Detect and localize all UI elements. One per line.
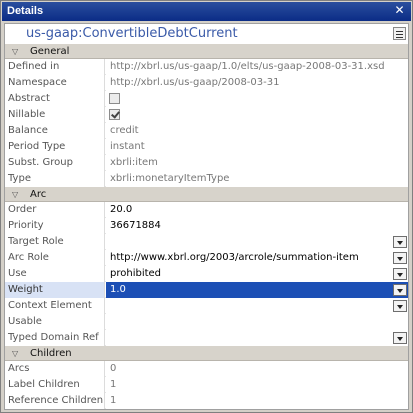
row-value: 1 <box>106 393 408 409</box>
element-name: us-gaap:ConvertibleDebtCurrent <box>26 26 238 41</box>
row-value: xbrli:item <box>106 155 408 171</box>
section-label: Arc <box>30 189 47 200</box>
row-key: Use <box>5 266 105 282</box>
section-label: General <box>30 46 70 57</box>
order-field[interactable]: 20.0 <box>106 202 408 218</box>
row-type[interactable]: Type xbrli:monetaryItemType <box>5 171 408 187</box>
details-window: Details ✕ us-gaap:ConvertibleDebtCurrent… <box>0 0 413 413</box>
usable-field[interactable] <box>106 314 408 330</box>
row-value <box>106 91 408 107</box>
row-priority[interactable]: Priority 36671884 <box>5 218 408 234</box>
priority-field[interactable]: 36671884 <box>106 218 408 234</box>
row-key: Arcs <box>5 361 105 377</box>
row-key: Target Role <box>5 234 105 250</box>
row-key: Abstract <box>5 91 105 107</box>
row-defined-in[interactable]: Defined in http://xbrl.us/us-gaap/1.0/el… <box>5 59 408 75</box>
row-value: http://xbrl.us/us-gaap/2008-03-31 <box>106 75 408 91</box>
window-title: Details <box>7 5 44 17</box>
collapse-icon[interactable]: ▽ <box>12 190 18 199</box>
typed-domain-ref-select[interactable] <box>106 330 408 346</box>
row-weight[interactable]: Weight 1.0 <box>5 282 408 298</box>
title-bar: Details ✕ <box>2 2 411 21</box>
row-key: Type <box>5 171 105 187</box>
row-key: Reference Children <box>5 393 105 409</box>
row-value: instant <box>106 139 408 155</box>
target-role-select[interactable] <box>106 234 408 250</box>
dropdown-arrow-icon[interactable] <box>393 300 407 312</box>
row-context-element[interactable]: Context Element <box>5 298 408 314</box>
row-key: Weight <box>5 282 105 298</box>
row-reference-children[interactable]: Reference Children 1 <box>5 393 408 409</box>
collapse-icon[interactable]: ▽ <box>12 47 18 56</box>
dropdown-arrow-icon[interactable] <box>393 332 407 344</box>
row-key: Label Children <box>5 377 105 393</box>
row-key: Defined in <box>5 59 105 75</box>
section-label: Children <box>30 348 72 359</box>
element-heading: us-gaap:ConvertibleDebtCurrent <box>5 24 408 44</box>
row-key: Subst. Group <box>5 155 105 171</box>
row-value: 0 <box>106 361 408 377</box>
row-key: Arc Role <box>5 250 105 266</box>
details-panel: us-gaap:ConvertibleDebtCurrent ▽ General… <box>4 23 409 410</box>
row-nillable[interactable]: Nillable <box>5 107 408 123</box>
row-value: http://xbrl.us/us-gaap/1.0/elts/us-gaap-… <box>106 59 408 75</box>
row-typed-domain-ref[interactable]: Typed Domain Ref <box>5 330 408 346</box>
row-key: Usable <box>5 314 105 330</box>
close-icon[interactable]: ✕ <box>392 3 407 18</box>
row-use[interactable]: Use prohibited <box>5 266 408 282</box>
row-subst-group[interactable]: Subst. Group xbrli:item <box>5 155 408 171</box>
list-menu-icon[interactable] <box>393 27 406 40</box>
dropdown-arrow-icon[interactable] <box>393 284 407 296</box>
nillable-checkbox[interactable] <box>109 109 120 120</box>
row-key: Namespace <box>5 75 105 91</box>
row-balance[interactable]: Balance credit <box>5 123 408 139</box>
row-order[interactable]: Order 20.0 <box>5 202 408 218</box>
use-select[interactable]: prohibited <box>106 266 408 282</box>
row-key: Order <box>5 202 105 218</box>
row-value: xbrli:monetaryItemType <box>106 171 408 187</box>
abstract-checkbox[interactable] <box>109 93 120 104</box>
weight-select[interactable]: 1.0 <box>106 282 408 298</box>
collapse-icon[interactable]: ▽ <box>12 349 18 358</box>
section-children[interactable]: ▽ Children <box>5 346 408 361</box>
row-key: Period Type <box>5 139 105 155</box>
context-element-select[interactable] <box>106 298 408 314</box>
dropdown-arrow-icon[interactable] <box>393 252 407 264</box>
arc-role-select[interactable]: http://www.xbrl.org/2003/arcrole/summati… <box>106 250 408 266</box>
row-key: Nillable <box>5 107 105 123</box>
row-label-children[interactable]: Label Children 1 <box>5 377 408 393</box>
row-usable[interactable]: Usable <box>5 314 408 330</box>
property-grid: ▽ General Defined in http://xbrl.us/us-g… <box>5 44 408 409</box>
section-general[interactable]: ▽ General <box>5 44 408 59</box>
row-value <box>106 107 408 123</box>
row-target-role[interactable]: Target Role <box>5 234 408 250</box>
row-arcs[interactable]: Arcs 0 <box>5 361 408 377</box>
row-key: Context Element <box>5 298 105 314</box>
dropdown-arrow-icon[interactable] <box>393 236 407 248</box>
row-namespace[interactable]: Namespace http://xbrl.us/us-gaap/2008-03… <box>5 75 408 91</box>
row-abstract[interactable]: Abstract <box>5 91 408 107</box>
row-key: Priority <box>5 218 105 234</box>
row-key: Balance <box>5 123 105 139</box>
row-key: Typed Domain Ref <box>5 330 105 346</box>
row-value: 1 <box>106 377 408 393</box>
row-arc-role[interactable]: Arc Role http://www.xbrl.org/2003/arcrol… <box>5 250 408 266</box>
section-arc[interactable]: ▽ Arc <box>5 187 408 202</box>
dropdown-arrow-icon[interactable] <box>393 268 407 280</box>
row-value: credit <box>106 123 408 139</box>
row-period-type[interactable]: Period Type instant <box>5 139 408 155</box>
